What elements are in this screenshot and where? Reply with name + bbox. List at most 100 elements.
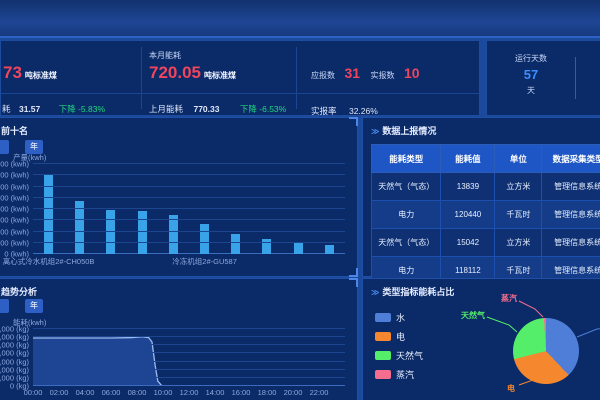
y-tick-label: 4,000 (kwh) xyxy=(0,205,29,214)
gridline xyxy=(33,361,345,362)
due-value: 31 xyxy=(344,65,360,81)
yesterday-delta: 下降 -5.83% xyxy=(59,104,105,114)
gridline xyxy=(33,336,345,337)
gridline xyxy=(33,242,345,243)
y-tick-label: 2,000 (kg) xyxy=(0,365,29,374)
month-tab-partial[interactable] xyxy=(0,140,9,154)
y-tick-label: 6,000 (kwh) xyxy=(0,182,29,191)
bar-x-label: 冷冻机组2#-GU587 xyxy=(172,256,237,267)
y-tick-label: 6,000 (kg) xyxy=(0,333,29,342)
legend-label: 水 xyxy=(396,311,405,324)
yesterday-value: 31.57 xyxy=(19,104,40,114)
y-tick-label: 4,000 (kg) xyxy=(0,349,29,358)
table-cell: 15042 xyxy=(441,229,495,257)
yesterday-label-fragment: 耗 xyxy=(2,104,11,114)
table-cell: 管理信息系统 xyxy=(542,229,600,257)
table-cell: 立方米 xyxy=(495,173,542,201)
gridline xyxy=(33,174,345,175)
time-tick-label: 10:00 xyxy=(154,388,173,397)
legend-chip xyxy=(375,313,391,322)
legend-item[interactable]: 天然气 xyxy=(375,349,423,362)
running-days-card: 运行天数 57 天 xyxy=(486,40,600,116)
legend-label: 电 xyxy=(396,330,405,343)
top-header-bar xyxy=(0,0,600,38)
legend-label: 蒸汽 xyxy=(396,368,414,381)
table-header-cell: 能耗值 xyxy=(441,145,495,173)
y-tick-label: 8,000 (kwh) xyxy=(0,160,29,169)
gridline xyxy=(33,377,345,378)
y-tick-label: 1,000 (kg) xyxy=(0,373,29,382)
panel-title-icon: ≫ xyxy=(371,288,379,297)
actual-label: 实报数 xyxy=(370,71,394,80)
legend-item[interactable]: 蒸汽 xyxy=(375,368,423,381)
y-tick-label: 5,000 (kg) xyxy=(0,341,29,350)
y-tick-label: 7,000 (kg) xyxy=(0,325,29,334)
running-value: 57 xyxy=(487,67,575,82)
time-tick-label: 12:00 xyxy=(180,388,199,397)
time-tick-label: 02:00 xyxy=(50,388,69,397)
bar-series xyxy=(33,164,345,254)
pie-panel-title: ≫类型指标能耗占比 xyxy=(371,285,454,298)
pie-label-gas: 天然气 xyxy=(461,310,485,321)
pie-label-steam: 蒸汽 xyxy=(501,293,517,304)
bar xyxy=(138,211,147,254)
report-table: 能耗类型能耗值单位数据采集类型 天然气（气态）13839立方米管理信息系统电力1… xyxy=(371,144,600,285)
table-cell: 千瓦时 xyxy=(495,201,542,229)
pie-chart[interactable] xyxy=(513,318,579,384)
gridline xyxy=(33,197,345,198)
trend-chart[interactable]: 0 (kg)1,000 (kg)2,000 (kg)3,000 (kg)4,00… xyxy=(33,329,345,386)
table-cell: 天然气（气态） xyxy=(372,229,441,257)
stats-divider-2 xyxy=(296,47,297,109)
panel-title-icon: ≫ xyxy=(371,127,379,136)
stats-divider-1 xyxy=(141,47,142,109)
gridline xyxy=(33,344,345,345)
legend-chip xyxy=(375,351,391,360)
today-unit: 吨标准煤 xyxy=(25,71,57,80)
gridline xyxy=(33,163,345,164)
legend-item[interactable]: 电 xyxy=(375,330,423,343)
bar xyxy=(325,245,334,254)
output-top10-panel: 前十名 年 产量(kwh) 0 (kwh)1,000 (kwh)2,000 (k… xyxy=(0,117,358,277)
bar xyxy=(169,215,178,254)
table-panel-title: ≫数据上报情况 xyxy=(371,124,436,137)
y-tick-label: 1,000 (kwh) xyxy=(0,238,29,247)
gridline xyxy=(33,219,345,220)
rate-value: 32.26% xyxy=(349,106,378,116)
y-tick-label: 3,000 (kwh) xyxy=(0,216,29,225)
lastmonth-label: 上月能耗 xyxy=(149,104,183,114)
time-tick-label: 16:00 xyxy=(232,388,251,397)
table-row: 天然气（气态）13839立方米管理信息系统 xyxy=(372,173,600,201)
legend-chip xyxy=(375,332,391,341)
trend-year-tab[interactable]: 年 xyxy=(25,299,43,313)
month-unit: 吨标准煤 xyxy=(204,71,236,80)
pie-label-electric: 电 xyxy=(507,383,515,394)
legend-item[interactable]: 水 xyxy=(375,311,423,324)
lastmonth-value: 770.33 xyxy=(193,104,219,114)
time-tick-label: 00:00 xyxy=(24,388,43,397)
table-row: 天然气（气态）15042立方米管理信息系统 xyxy=(372,229,600,257)
pie-panel: ≫类型指标能耗占比 水电天然气蒸汽 蒸汽 天然气 电 xyxy=(362,278,600,400)
lastmonth-delta: 下降 -6.53% xyxy=(240,104,286,114)
legend-label: 天然气 xyxy=(396,349,423,362)
pie-legend: 水电天然气蒸汽 xyxy=(375,311,423,387)
table-cell: 管理信息系统 xyxy=(542,173,600,201)
bar-chart[interactable]: 0 (kwh)1,000 (kwh)2,000 (kwh)3,000 (kwh)… xyxy=(33,164,345,254)
trend-month-tab-partial[interactable] xyxy=(0,299,9,313)
stats-summary-card: 73吨标准煤 耗 31.57 下降 -5.83% 本月能耗 720.05吨标准煤… xyxy=(0,40,480,116)
actual-value: 10 xyxy=(404,65,420,81)
table-header-cell: 单位 xyxy=(495,145,542,173)
time-tick-label: 08:00 xyxy=(128,388,147,397)
bar xyxy=(294,242,303,254)
bar xyxy=(75,201,84,254)
time-tick-label: 22:00 xyxy=(310,388,329,397)
y-tick-label: 2,000 (kwh) xyxy=(0,227,29,236)
bar xyxy=(106,210,115,254)
trend-panel: 趋势分析 年 能耗(kwh) 0 (kg)1,000 (kg)2,000 (kg… xyxy=(0,278,358,400)
time-tick-label: 18:00 xyxy=(258,388,277,397)
today-value: 73 xyxy=(3,63,22,82)
report-table-panel: ≫数据上报情况 能耗类型能耗值单位数据采集类型 天然气（气态）13839立方米管… xyxy=(362,117,600,277)
time-tick-label: 20:00 xyxy=(284,388,303,397)
bar xyxy=(231,234,240,254)
legend-chip xyxy=(375,370,391,379)
time-tick-label: 04:00 xyxy=(76,388,95,397)
